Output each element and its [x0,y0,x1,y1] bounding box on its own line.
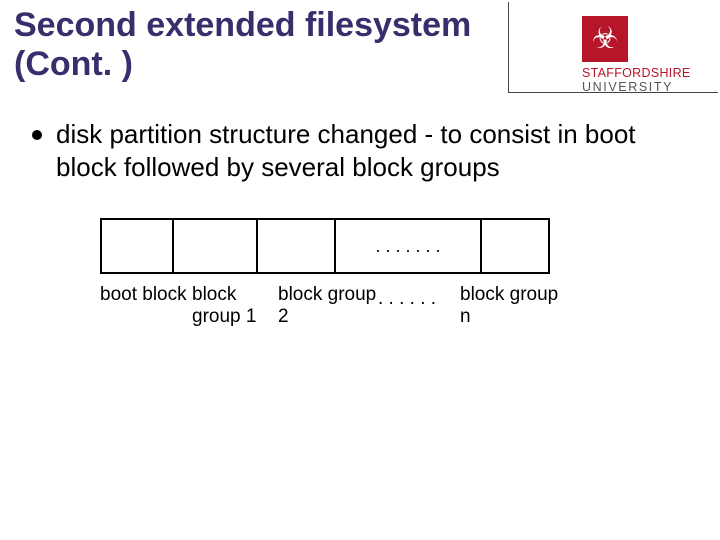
slide-body: disk partition structure changed - to co… [32,118,692,183]
logo-text-line1: STAFFORDSHIRE [582,66,702,80]
logo-mark: ☣ [582,16,628,62]
label-block-group-1: block group 1 [192,284,278,328]
partition-labels: boot block block group 1 block group 2 .… [100,284,620,328]
partition-strip: . . . . . . . [100,218,550,274]
cell-block-group-n [482,220,548,272]
partition-diagram: . . . . . . . boot block block group 1 b… [100,218,550,328]
label-ellipsis: . . . . . . [378,284,460,328]
university-logo: ☣ STAFFORDSHIRE UNIVERSITY [582,16,702,94]
biohazard-icon: ☣ [592,24,619,54]
logo-text-line2: UNIVERSITY [582,80,702,94]
label-block-group-2: block group 2 [278,284,378,328]
title-divider-vertical [508,2,509,92]
bullet-dot-icon [32,130,42,140]
bullet-text: disk partition structure changed - to co… [56,118,692,183]
cell-boot-block [102,220,174,272]
cell-block-group-1 [174,220,258,272]
bullet-item: disk partition structure changed - to co… [32,118,692,183]
slide-title: Second extended filesystem (Cont. ) [14,6,494,84]
cell-block-group-2 [258,220,336,272]
cell-ellipsis: . . . . . . . [336,220,482,272]
label-boot-block: boot block [100,284,192,328]
label-block-group-n: block group n [460,284,560,328]
